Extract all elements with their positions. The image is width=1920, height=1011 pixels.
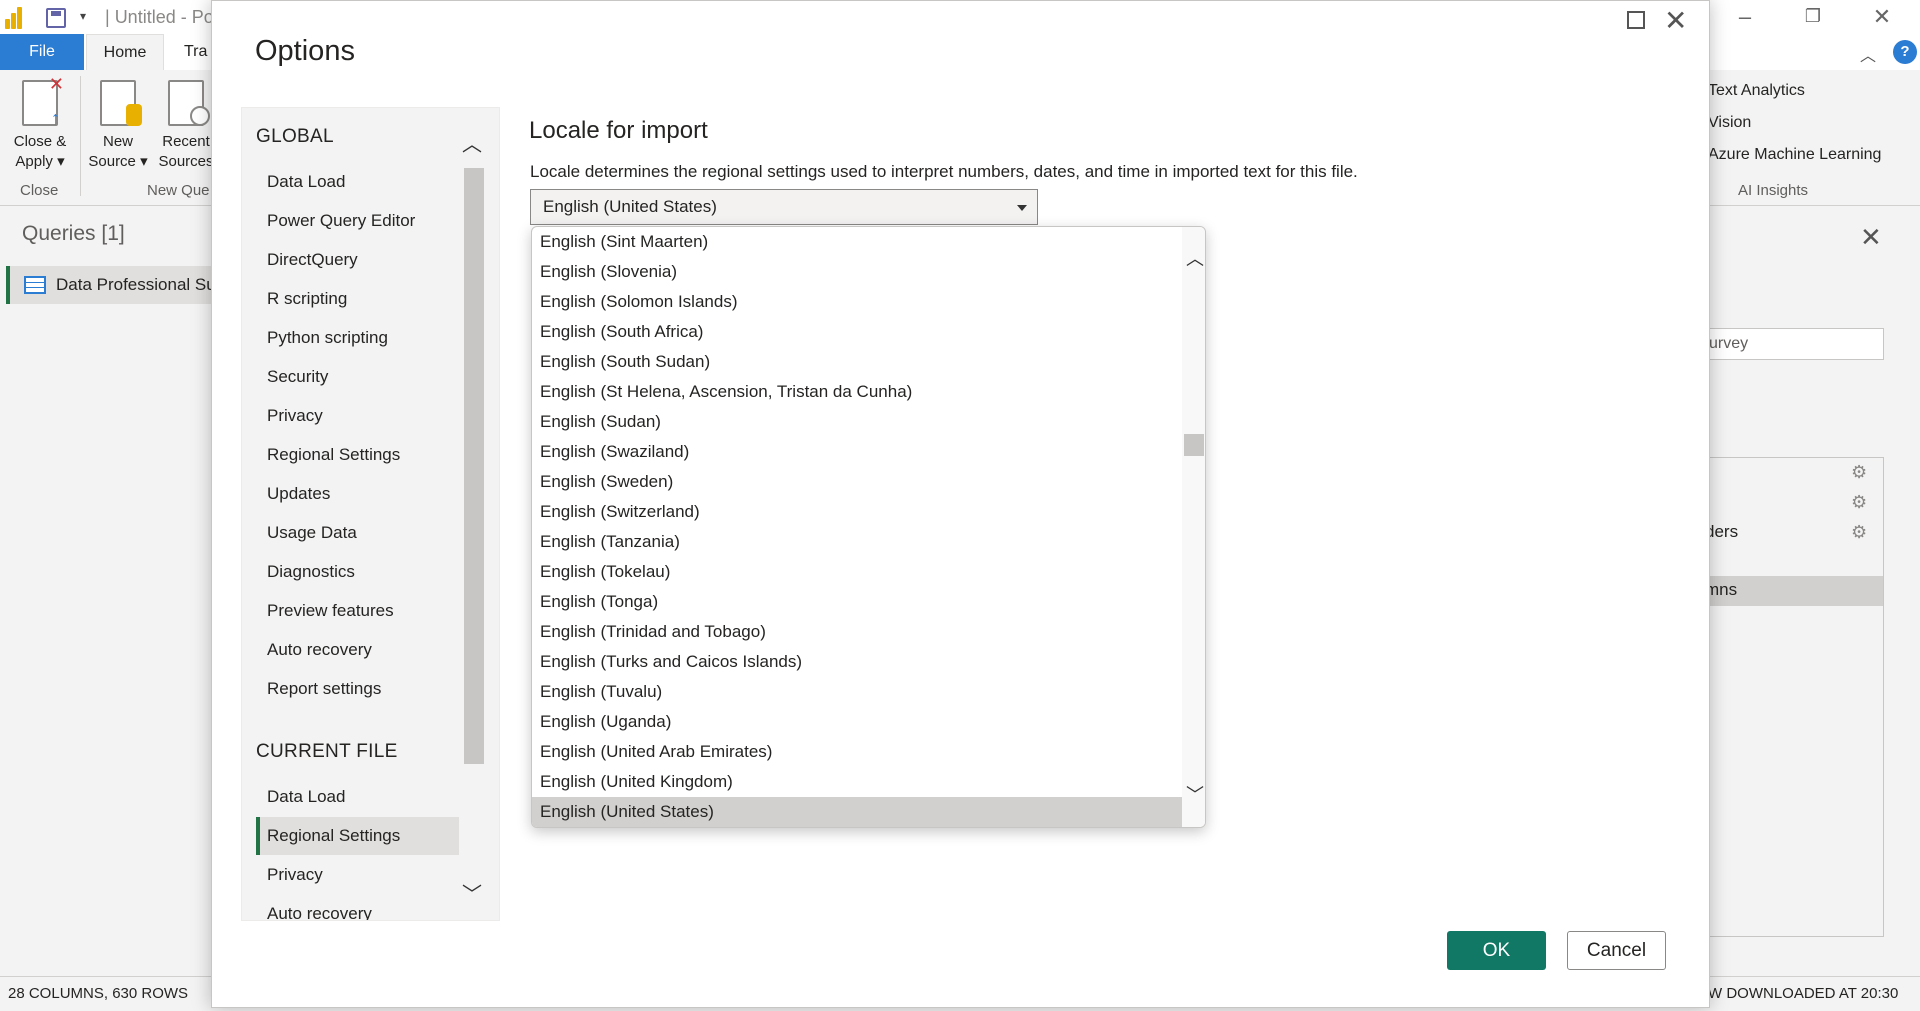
gear-icon[interactable]: ⚙ [1851, 522, 1867, 543]
minimize-icon[interactable]: – [1725, 4, 1765, 30]
applied-steps-list: ⚙ ⚙ ⚙ ders mns [1700, 457, 1884, 937]
locale-option[interactable]: English (Tanzania) [532, 527, 1182, 557]
dropdown-scrollbar-thumb[interactable] [1184, 434, 1204, 456]
ribbon-separator [80, 76, 81, 196]
options-dialog: Options ✕ GLOBAL Data Load Power Query E… [211, 0, 1710, 1008]
maximize-icon[interactable] [1627, 11, 1645, 29]
locale-option[interactable]: English (Switzerland) [532, 497, 1182, 527]
nav-item-preview-features[interactable]: Preview features [256, 592, 459, 630]
locale-select[interactable]: English (United States) [530, 189, 1038, 225]
section-heading: Locale for import [529, 117, 708, 144]
close-apply-button[interactable]: ✕ ↑ Close & Apply ▾ [8, 74, 72, 172]
dropdown-scrollbar[interactable]: ︿ ﹀ [1182, 227, 1205, 827]
new-source-button[interactable]: New Source ▾ [86, 80, 150, 172]
locale-option[interactable]: English (Tokelau) [532, 557, 1182, 587]
locale-option[interactable]: English (United Kingdom) [532, 767, 1182, 797]
nav-item-r-scripting[interactable]: R scripting [256, 280, 459, 318]
locale-option[interactable]: English (Solomon Islands) [532, 287, 1182, 317]
locale-option[interactable]: English (Trinidad and Tobago) [532, 617, 1182, 647]
chevron-down-icon [1017, 205, 1027, 211]
locale-option-selected[interactable]: English (United States) [532, 797, 1182, 827]
group-ai-insights-label: AI Insights [1738, 182, 1809, 199]
nav-item-cf-data-load[interactable]: Data Load [256, 778, 459, 816]
nav-item-data-load[interactable]: Data Load [256, 163, 459, 201]
nav-item-updates[interactable]: Updates [256, 475, 459, 513]
group-close-label: Close [20, 182, 59, 199]
table-icon [24, 276, 46, 294]
locale-option[interactable]: English (Tuvalu) [532, 677, 1182, 707]
locale-option[interactable]: English (South Africa) [532, 317, 1182, 347]
dialog-close-icon[interactable]: ✕ [1664, 4, 1687, 37]
collapse-ribbon-icon[interactable]: ︿ [1860, 42, 1876, 66]
window-close-icon[interactable]: ✕ [1862, 4, 1902, 30]
tab-home[interactable]: Home [86, 34, 164, 70]
nav-item-power-query-editor[interactable]: Power Query Editor [256, 202, 459, 240]
nav-item-privacy[interactable]: Privacy [256, 397, 459, 435]
locale-option[interactable]: English (Slovenia) [532, 257, 1182, 287]
nav-item-report-settings[interactable]: Report settings [256, 670, 459, 708]
group-new-query-label: New Que [147, 182, 210, 199]
locale-option[interactable]: English (South Sudan) [532, 347, 1182, 377]
new-source-icon [100, 80, 142, 126]
tab-file[interactable]: File [0, 34, 84, 70]
recent-sources-icon [168, 80, 210, 126]
locale-dropdown-list: English (Sint Maarten) English (Slovenia… [531, 226, 1206, 828]
close-apply-icon: ✕ ↑ [22, 74, 64, 128]
locale-option[interactable]: English (Sweden) [532, 467, 1182, 497]
status-download-time: W DOWNLOADED AT 20:30 [1708, 985, 1899, 1002]
status-columns-rows: 28 COLUMNS, 630 ROWS [8, 985, 189, 1002]
power-bi-logo-icon [5, 7, 25, 29]
query-settings-close-icon[interactable]: ✕ [1860, 222, 1882, 253]
query-list-item[interactable]: Data Professional Su [6, 266, 211, 304]
locale-option[interactable]: English (Turks and Caicos Islands) [532, 647, 1182, 677]
gear-icon[interactable]: ⚙ [1851, 462, 1867, 483]
nav-item-python-scripting[interactable]: Python scripting [256, 319, 459, 357]
recent-sources-button[interactable]: Recent Sources [154, 80, 218, 172]
restore-icon[interactable]: ❐ [1793, 6, 1833, 27]
nav-item-cf-regional-settings[interactable]: Regional Settings [256, 817, 459, 855]
options-nav-panel: GLOBAL Data Load Power Query Editor Dire… [241, 107, 500, 921]
tab-transform[interactable]: Tra [184, 34, 207, 70]
nav-item-diagnostics[interactable]: Diagnostics [256, 553, 459, 591]
locale-option[interactable]: English (Uganda) [532, 707, 1182, 737]
help-icon[interactable]: ? [1893, 40, 1917, 64]
nav-item-auto-recovery[interactable]: Auto recovery [256, 631, 459, 669]
cancel-button[interactable]: Cancel [1567, 931, 1666, 970]
locale-option[interactable]: English (Sudan) [532, 407, 1182, 437]
nav-scrollbar-thumb[interactable] [464, 168, 484, 764]
nav-section-current-file: CURRENT FILE [256, 741, 398, 762]
save-icon[interactable] [46, 8, 66, 28]
section-description: Locale determines the regional settings … [530, 162, 1358, 181]
nav-item-usage-data[interactable]: Usage Data [256, 514, 459, 552]
query-name-input[interactable]: urvey [1700, 328, 1884, 360]
vision-button[interactable]: Vision [1708, 114, 1751, 132]
applied-step-selected[interactable]: mns [1701, 576, 1883, 606]
locale-option[interactable]: English (Tonga) [532, 587, 1182, 617]
locale-option[interactable]: English (Swaziland) [532, 437, 1182, 467]
nav-item-regional-settings[interactable]: Regional Settings [256, 436, 459, 474]
dialog-title: Options [255, 35, 355, 67]
gear-icon[interactable]: ⚙ [1851, 492, 1867, 513]
queries-pane-title[interactable]: Queries [1] [22, 222, 125, 246]
window-title: | Untitled - Po [105, 7, 214, 27]
chevron-down-icon[interactable]: ﹀ [1186, 781, 1204, 807]
ok-button[interactable]: OK [1447, 931, 1546, 970]
nav-item-directquery[interactable]: DirectQuery [256, 241, 459, 279]
chevron-up-icon[interactable]: ︿ [1186, 245, 1204, 271]
locale-option[interactable]: English (United Arab Emirates) [532, 737, 1182, 767]
nav-section-global: GLOBAL [256, 126, 334, 147]
text-analytics-button[interactable]: Text Analytics [1708, 82, 1805, 100]
nav-item-cf-auto-recovery[interactable]: Auto recovery [256, 895, 459, 920]
quick-access-dropdown-icon[interactable]: ▾ [80, 9, 86, 23]
nav-item-cf-privacy[interactable]: Privacy [256, 856, 459, 894]
nav-scroll-down-icon[interactable]: ﹀ [462, 878, 482, 907]
nav-scroll-up-icon[interactable]: ︿ [462, 128, 482, 157]
azure-ml-button[interactable]: Azure Machine Learning [1708, 146, 1881, 164]
locale-option[interactable]: English (St Helena, Ascension, Tristan d… [532, 377, 1182, 407]
nav-item-security[interactable]: Security [256, 358, 459, 396]
locale-option[interactable]: English (Sint Maarten) [532, 227, 1182, 257]
